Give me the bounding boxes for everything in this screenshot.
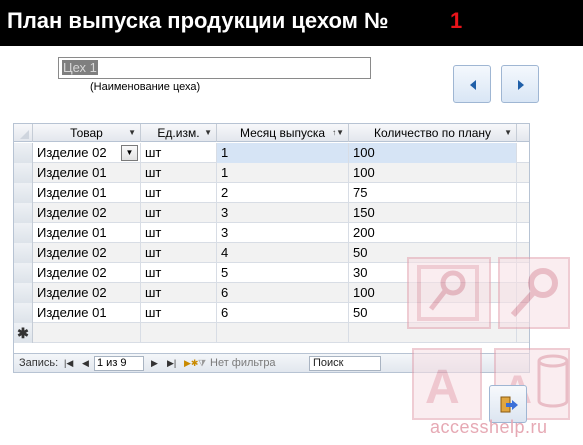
prev-record-icon[interactable]: ◀	[82, 354, 89, 372]
row-selector[interactable]	[14, 143, 33, 163]
row-selector[interactable]	[14, 223, 33, 243]
cell-product[interactable]: Изделие 02 ▼	[33, 143, 141, 163]
cell-unit[interactable]: шт	[141, 203, 217, 223]
cell-unit[interactable]: шт	[141, 223, 217, 243]
workshop-name-field[interactable]: Цех 1	[58, 57, 371, 79]
grid-header: Товар ▼ Ед.изм. ▼ Месяц выпуска ↑▼ Количест…	[14, 124, 529, 142]
cell-unit[interactable]: шт	[141, 263, 217, 283]
cell-product[interactable]: Изделие 01	[33, 223, 141, 243]
cell-product[interactable]: Изделие 02	[33, 283, 141, 303]
cell-month[interactable]: 3	[217, 223, 349, 243]
exit-door-icon	[500, 396, 518, 413]
row-selector[interactable]	[14, 263, 33, 283]
new-record-icon[interactable]: ▶✱	[184, 354, 198, 372]
row-selector[interactable]	[14, 203, 33, 223]
last-record-icon[interactable]: ▶|	[167, 354, 176, 372]
table-row[interactable]: Изделие 02 шт 3 150	[14, 203, 529, 223]
combo-dropdown-icon[interactable]: ▼	[121, 145, 138, 161]
page-title: План выпуска продукции цехом №	[7, 8, 389, 33]
column-label-quantity: Количество по плану	[373, 126, 492, 140]
cell-product[interactable]: Изделие 02	[33, 263, 141, 283]
row-selector[interactable]	[14, 303, 33, 323]
row-selector[interactable]	[14, 163, 33, 183]
watermark-text: accesshelp.ru	[430, 417, 548, 437]
column-label-product: Товар	[70, 126, 103, 140]
svg-text:A: A	[425, 361, 460, 414]
cell-month[interactable]: 2	[217, 183, 349, 203]
table-row[interactable]: Изделие 02 ▼ шт 1 100	[14, 143, 529, 163]
column-header-unit[interactable]: Ед.изм. ▼	[141, 124, 217, 142]
column-header-quantity[interactable]: Количество по плану ▼	[349, 124, 517, 142]
cell-quantity[interactable]: 200	[349, 223, 517, 243]
cell-product[interactable]: Изделие 01	[33, 303, 141, 323]
cell-unit[interactable]: шт	[141, 163, 217, 183]
cell-product[interactable]: Изделие 01	[33, 163, 141, 183]
cell-month[interactable]: 6	[217, 283, 349, 303]
cell-unit[interactable]: шт	[141, 243, 217, 263]
cell-month[interactable]: 4	[217, 243, 349, 263]
previous-record-button[interactable]	[453, 65, 491, 103]
new-record-marker: ✱	[14, 323, 33, 343]
column-label-month: Месяц выпуска	[239, 126, 326, 140]
filter-icon: ⧩	[198, 358, 207, 368]
record-number-input[interactable]: 1 из 9	[94, 356, 144, 371]
dropdown-arrow-icon: ▼	[128, 128, 136, 137]
next-record-icon[interactable]: ▶	[151, 354, 158, 372]
cell-product[interactable]: Изделие 01	[33, 183, 141, 203]
triangle-left-icon	[470, 80, 476, 90]
cell-unit[interactable]: шт	[141, 283, 217, 303]
column-label-unit: Ед.изм.	[157, 126, 200, 140]
cell-unit[interactable]: шт	[141, 183, 217, 203]
new-cell-month[interactable]	[217, 323, 349, 343]
next-record-button[interactable]	[501, 65, 539, 103]
workshop-name-value: Цех 1	[62, 60, 98, 75]
filter-status[interactable]: Нет фильтра	[210, 354, 276, 372]
dropdown-arrow-icon: ▼	[204, 128, 212, 137]
cell-month[interactable]: 5	[217, 263, 349, 283]
record-label: Запись:	[19, 357, 59, 369]
cell-quantity[interactable]: 100	[349, 143, 517, 163]
cell-quantity[interactable]: 150	[349, 203, 517, 223]
cell-month[interactable]: 1	[217, 143, 349, 163]
triangle-right-icon	[518, 80, 524, 90]
workshop-number: 1	[450, 8, 463, 33]
cell-product[interactable]: Изделие 02	[33, 243, 141, 263]
cell-unit[interactable]: шт	[141, 303, 217, 323]
cell-product[interactable]: Изделие 02	[33, 203, 141, 223]
select-all-corner[interactable]	[14, 124, 33, 142]
cell-month[interactable]: 1	[217, 163, 349, 183]
row-selector[interactable]	[14, 283, 33, 303]
search-input[interactable]: Поиск	[309, 356, 381, 371]
row-selector[interactable]	[14, 183, 33, 203]
sort-ascending-icon: ↑▼	[332, 128, 344, 137]
table-row[interactable]: Изделие 01 шт 2 75	[14, 183, 529, 203]
column-header-month[interactable]: Месяц выпуска ↑▼	[217, 124, 349, 142]
cell-quantity[interactable]: 100	[349, 163, 517, 183]
cell-month[interactable]: 3	[217, 203, 349, 223]
cell-quantity[interactable]: 75	[349, 183, 517, 203]
workshop-name-caption: (Наименование цеха)	[90, 81, 201, 93]
cell-month[interactable]: 6	[217, 303, 349, 323]
first-record-icon[interactable]: |◀	[64, 354, 73, 372]
cell-unit[interactable]: шт	[141, 143, 217, 163]
dropdown-arrow-icon: ▼	[504, 128, 512, 137]
new-cell-unit[interactable]	[141, 323, 217, 343]
column-header-product[interactable]: Товар ▼	[33, 124, 141, 142]
row-selector[interactable]	[14, 243, 33, 263]
new-cell-product[interactable]	[33, 323, 141, 343]
title-bar: План выпуска продукции цехом № 1	[0, 0, 583, 46]
table-row[interactable]: Изделие 01 шт 1 100	[14, 163, 529, 183]
table-row[interactable]: Изделие 01 шт 3 200	[14, 223, 529, 243]
